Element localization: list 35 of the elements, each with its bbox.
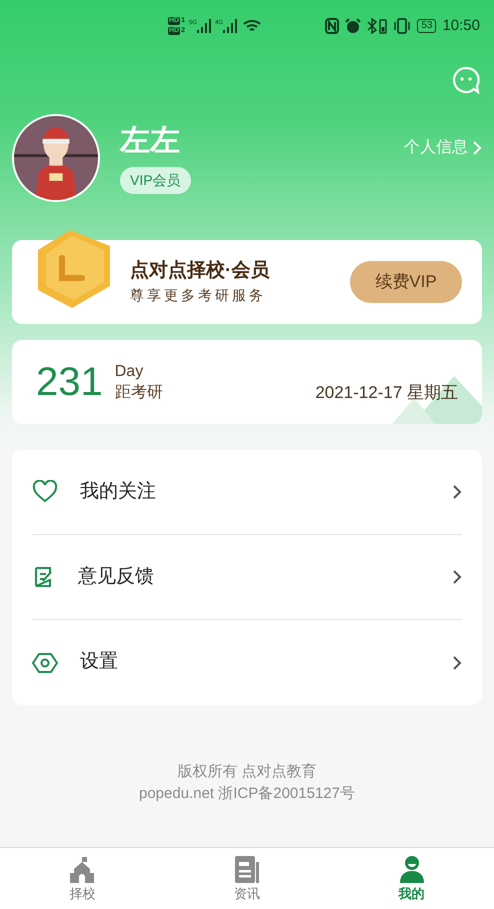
chevron-right-icon [452, 484, 462, 500]
chevron-right-icon [452, 654, 462, 670]
clock-time: 10:50 [442, 16, 480, 36]
nfc-icon [325, 18, 340, 34]
chevron-right-icon [472, 140, 482, 156]
menu-item[interactable]: 我的关注 [32, 450, 462, 535]
nav-tab[interactable]: 择校 [0, 848, 165, 909]
bluetooth-icon [367, 18, 378, 34]
vibrate-icon [393, 18, 412, 34]
heart-icon [32, 480, 58, 504]
renew-vip-button[interactable]: 续费VIP [350, 261, 462, 303]
copyright-text: 版权所有 点对点教育 [177, 762, 317, 782]
days-count: 231 [36, 360, 103, 404]
signal-icon [197, 19, 212, 33]
vip-subtitle: 尊享更多考研服务 [130, 286, 267, 305]
user-name: 左左 [120, 122, 180, 158]
countdown-caption: 距考研 [114, 382, 163, 403]
settings-icon [32, 650, 58, 674]
alarm-icon [345, 18, 362, 34]
icp-text: popedu.net 浙ICP备20015127号 [139, 784, 355, 804]
day-unit: Day [114, 362, 144, 382]
wifi-icon [243, 19, 262, 33]
vip-badge: VIP会员 [120, 166, 191, 194]
battery-indicator: 53 [417, 19, 436, 33]
nav-tab[interactable]: 资讯 [164, 848, 330, 909]
menu-item[interactable]: 意见反馈 [32, 535, 462, 620]
newspaper-icon [232, 854, 262, 884]
nav-tab[interactable]: 我的 [329, 848, 494, 909]
vip-title: 点对点择校·会员 [130, 258, 270, 283]
chat-icon[interactable] [452, 66, 480, 94]
exam-date: 2021-12-17 星期五 [315, 382, 458, 404]
battery-small-icon [379, 18, 388, 34]
menu-item[interactable]: 设置 [32, 620, 462, 705]
signal-icon [223, 19, 238, 33]
chevron-right-icon [452, 569, 462, 585]
